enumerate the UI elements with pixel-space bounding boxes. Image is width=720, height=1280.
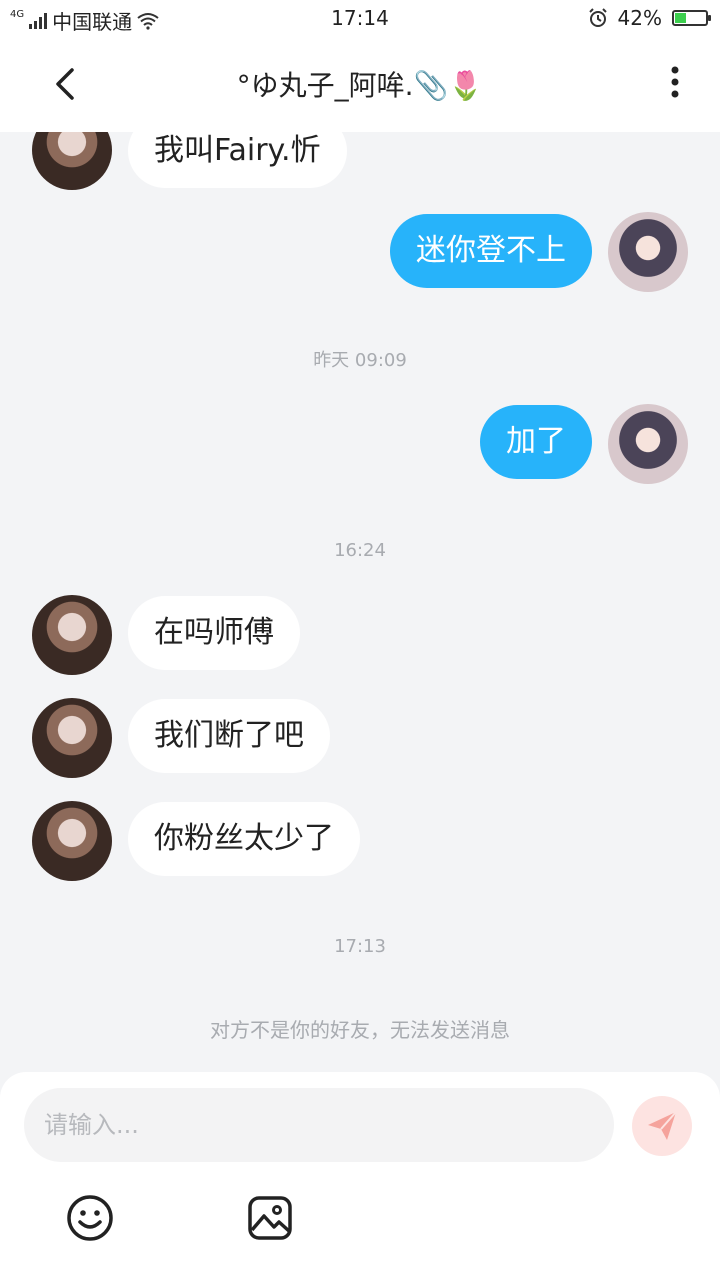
more-button[interactable] — [660, 64, 690, 104]
image-button[interactable] — [246, 1194, 294, 1242]
status-right: 42% — [588, 6, 711, 30]
status-bar: 4G 中国联通 17:14 42% — [0, 0, 720, 36]
battery-level — [675, 13, 687, 23]
contact-avatar[interactable] — [32, 595, 112, 675]
input-area — [0, 1072, 720, 1280]
image-icon — [248, 1196, 292, 1240]
user-avatar[interactable] — [608, 404, 688, 484]
message-input[interactable] — [24, 1088, 614, 1162]
timestamp: 16:24 — [334, 540, 386, 561]
emoji-icon — [67, 1195, 113, 1241]
back-button[interactable] — [44, 60, 88, 108]
battery-percent: 42% — [617, 6, 662, 30]
chat-title: °ゆ丸子_阿哞.📎🌷 — [236, 69, 484, 102]
emoji-button[interactable] — [66, 1194, 114, 1242]
message-bubble-sent[interactable]: 加了 — [480, 405, 592, 479]
chevron-left-icon — [56, 68, 74, 100]
message-bubble-received[interactable]: 我们断了吧 — [128, 699, 330, 773]
message-bubble-received[interactable]: 我叫Fairy.忻 — [128, 132, 347, 188]
more-vertical-icon — [671, 66, 679, 98]
battery-icon — [672, 10, 711, 26]
send-button[interactable] — [632, 1096, 692, 1156]
user-avatar[interactable] — [608, 212, 688, 292]
contact-avatar[interactable] — [32, 132, 112, 190]
contact-avatar[interactable] — [32, 801, 112, 881]
timestamp: 昨天 09:09 — [313, 350, 407, 371]
alarm-icon — [588, 8, 607, 27]
message-list[interactable]: 我叫Fairy.忻 迷你登不上 昨天 09:09 加了 16:24 在吗师傅 我… — [0, 132, 720, 1072]
message-bubble-received[interactable]: 你粉丝太少了 — [128, 802, 360, 876]
contact-avatar[interactable] — [32, 698, 112, 778]
chat-header: °ゆ丸子_阿哞.📎🌷 — [0, 36, 720, 132]
timestamp: 17:13 — [334, 936, 386, 957]
system-notice: 对方不是你的好友，无法发送消息 — [210, 1018, 510, 1042]
message-bubble-sent[interactable]: 迷你登不上 — [390, 214, 592, 288]
message-bubble-received[interactable]: 在吗师傅 — [128, 596, 300, 670]
send-icon — [648, 1111, 677, 1140]
